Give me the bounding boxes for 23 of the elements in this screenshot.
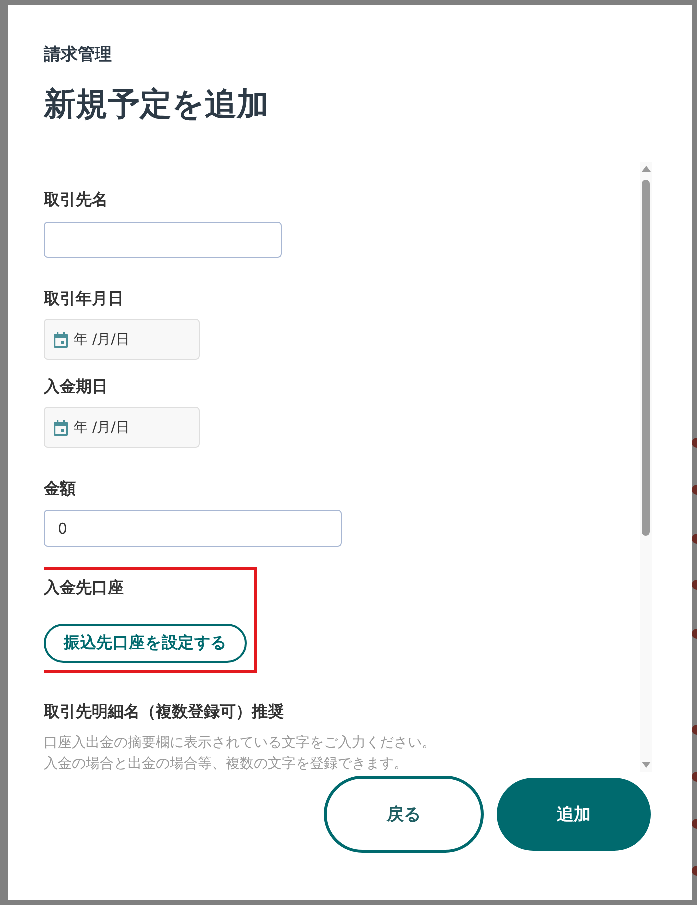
field-label: 入金期日 <box>44 377 108 397</box>
help-text: 入金の場合と出金の場合等、複数の文字を登録できます。 <box>44 755 408 774</box>
help-text: 口座入出金の摘要欄に表示されている文字をご入力ください。 <box>44 734 436 753</box>
field-label: 取引先名 <box>44 190 108 210</box>
field-label: 取引年月日 <box>44 289 124 309</box>
dialog-category: 請求管理 <box>44 44 112 67</box>
field-label: 金額 <box>44 479 76 499</box>
text-input-field[interactable] <box>44 222 282 258</box>
amount-input-field[interactable]: 0 <box>44 510 342 547</box>
add-button[interactable]: 追加 <box>497 778 651 851</box>
scrollbar-thumb[interactable] <box>642 180 650 536</box>
date-input-field[interactable]: 年 /月/日 <box>44 407 200 448</box>
field-label: 入金先口座 <box>44 578 124 598</box>
date-input-field[interactable]: 年 /月/日 <box>44 319 200 360</box>
field-label: 取引先明細名（複数登録可）推奨 <box>44 702 284 722</box>
set-account-button[interactable]: 振込先口座を設定する <box>44 624 247 663</box>
calendar-icon <box>54 332 68 348</box>
dialog-title: 新規予定を追加 <box>44 84 269 125</box>
scrollbar-track[interactable] <box>640 162 652 772</box>
scroll-up-icon[interactable] <box>642 166 650 172</box>
scroll-down-icon[interactable] <box>642 762 650 768</box>
calendar-icon <box>54 420 68 436</box>
back-button[interactable]: 戻る <box>324 776 484 853</box>
